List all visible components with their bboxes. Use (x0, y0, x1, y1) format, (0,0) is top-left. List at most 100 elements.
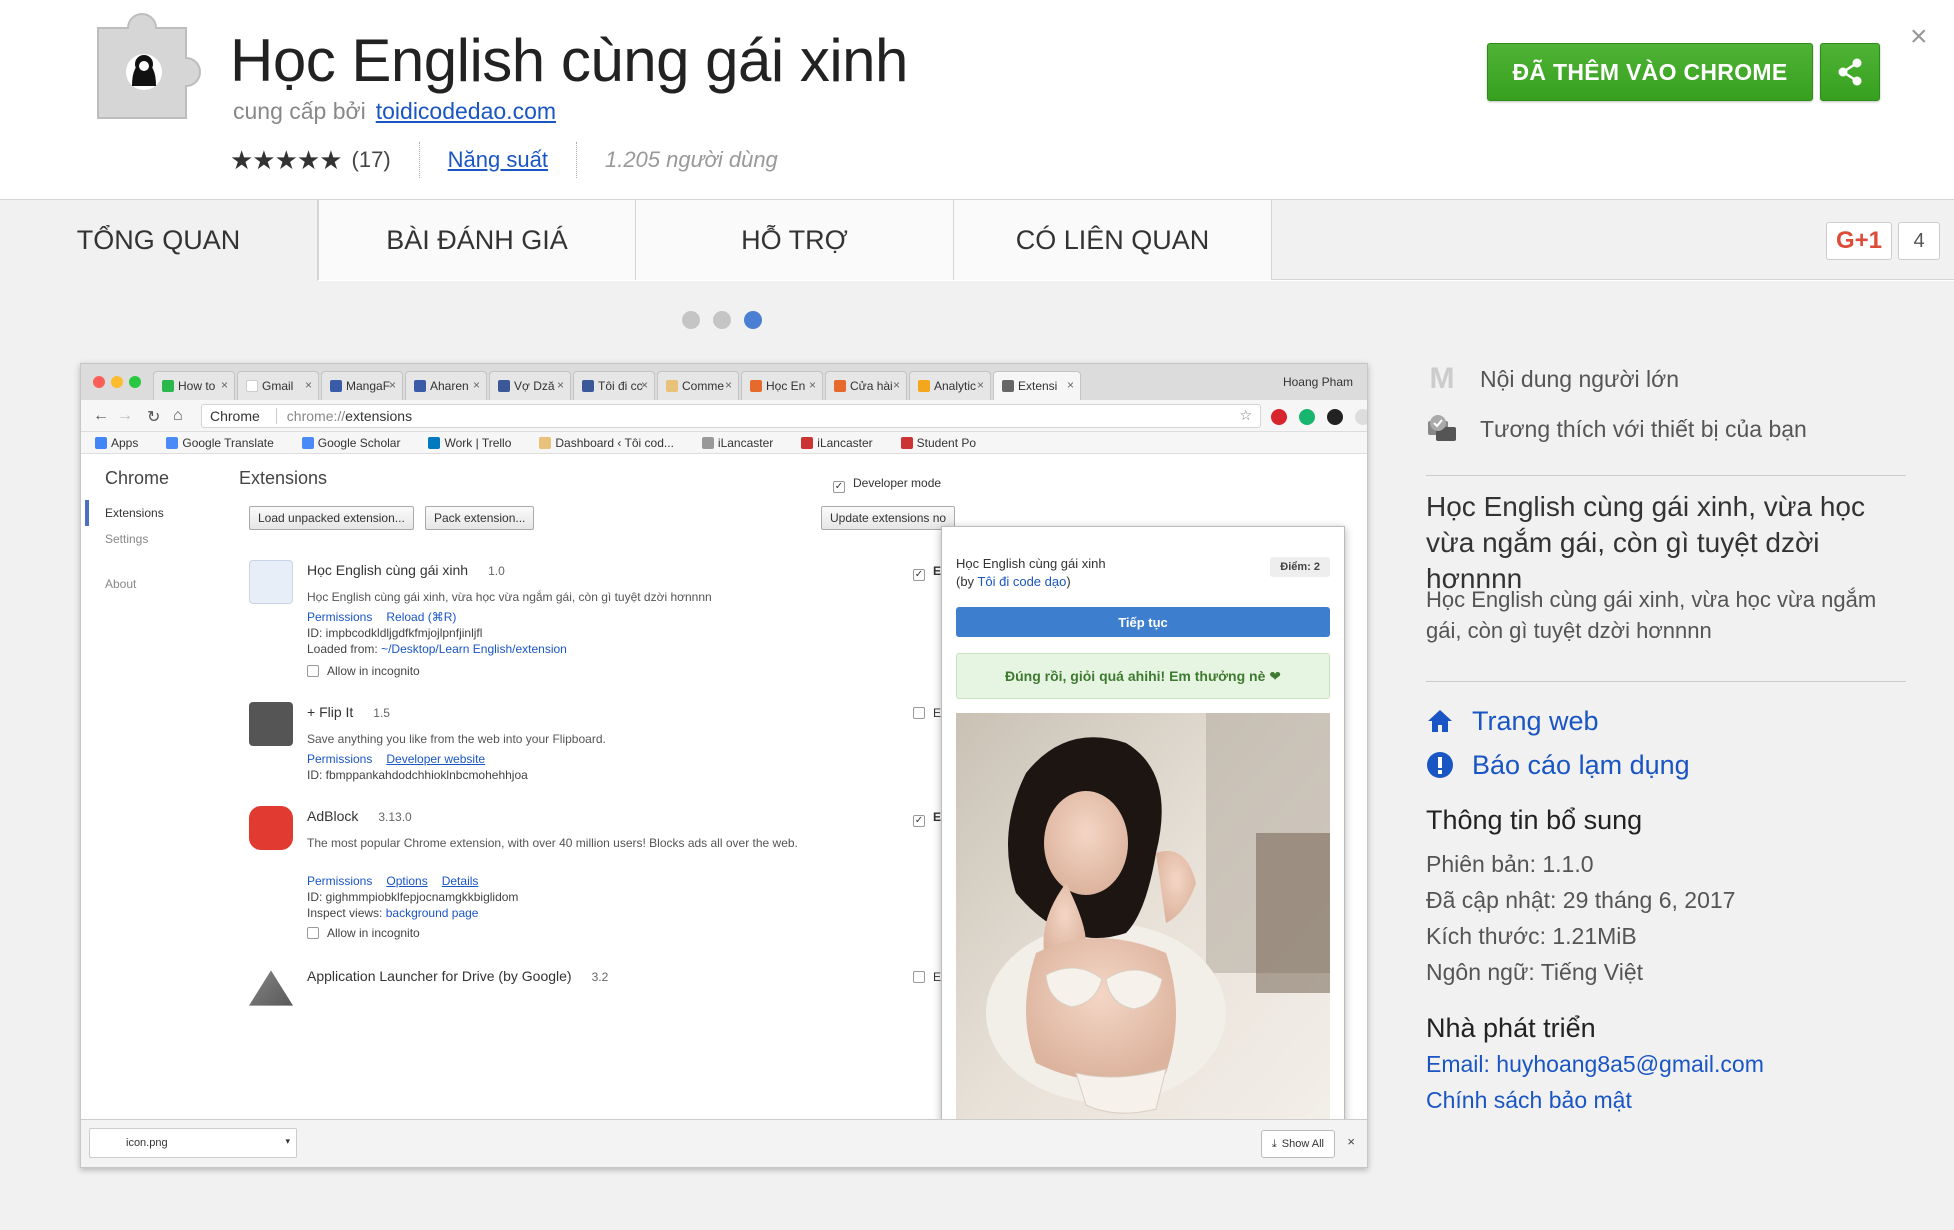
options-link[interactable]: Options (386, 874, 427, 888)
download-item[interactable]: icon.png ▾ (89, 1128, 297, 1158)
browser-tab[interactable]: Tôi đi cc × (573, 371, 655, 400)
browser-tab[interactable]: Cửa hài × (825, 371, 907, 400)
extension-name: Học English cùng gái xinh 1.0 (307, 562, 505, 578)
close-downloads-button[interactable]: × (1347, 1134, 1355, 1149)
extension-icon[interactable] (1355, 409, 1367, 425)
developer-website-link[interactable]: Developer website (386, 752, 485, 766)
bookmark-star-icon[interactable]: ☆ (1239, 407, 1252, 424)
pack-extension-button[interactable]: Pack extension... (425, 506, 535, 530)
mature-content-feature: M Nội dung người lớn (1426, 359, 1680, 399)
browser-tab[interactable]: How to × (153, 371, 235, 400)
grammarly-icon[interactable] (1299, 409, 1315, 425)
back-arrow-icon[interactable]: ← (93, 407, 109, 425)
score-badge: Điểm: 2 (1270, 557, 1330, 577)
bookmark-item[interactable]: Apps (95, 436, 152, 450)
privacy-policy-link[interactable]: Chính sách bảo mật (1426, 1087, 1632, 1114)
sidebar-item-settings[interactable]: Settings (105, 532, 148, 546)
report-abuse-link[interactable]: Báo cáo lạm dụng (1426, 747, 1690, 783)
incognito-option[interactable]: Allow in incognito (307, 664, 420, 678)
show-all-downloads-button[interactable]: ⤓ Show All (1260, 1130, 1335, 1158)
browser-tab[interactable]: Học En × (741, 371, 823, 400)
opera-icon[interactable] (1271, 409, 1287, 425)
permissions-link[interactable]: Permissions (307, 752, 372, 766)
chevron-down-icon[interactable]: ▾ (285, 1136, 290, 1147)
extension-name: + Flip It 1.5 (307, 704, 390, 720)
load-unpacked-button[interactable]: Load unpacked extension... (249, 506, 414, 530)
developer-mode-toggle[interactable]: ✓ Developer mode (833, 476, 941, 493)
popup-title: Học English cùng gái xinh (by Tôi đi cod… (956, 556, 1106, 589)
browser-tab[interactable]: Gmail × (237, 371, 319, 400)
carousel-dot-active[interactable] (744, 311, 762, 329)
bookmark-item[interactable]: Google Translate (166, 436, 287, 450)
divider (575, 142, 577, 178)
profile-name[interactable]: Hoang Pham (1283, 375, 1353, 389)
version-info: Phiên bản: 1.1.0 (1426, 851, 1594, 877)
tab-overview[interactable]: TỔNG QUAN (0, 200, 318, 281)
developer-email-link[interactable]: Email: huyhoang8a5@gmail.com (1426, 1051, 1764, 1078)
continue-button[interactable]: Tiếp tục (956, 607, 1330, 637)
rating-stars[interactable]: ★★★★★ (230, 145, 343, 176)
bookmark-item[interactable]: iLancaster (701, 436, 787, 450)
browser-tab[interactable]: MangaF × (321, 371, 403, 400)
rating-count[interactable]: (17) (352, 147, 391, 173)
extension-links: Permissions Developer website (307, 752, 499, 766)
details-link[interactable]: Details (442, 874, 479, 888)
permissions-link[interactable]: Permissions (307, 874, 372, 888)
close-dialog-button[interactable]: × (1910, 20, 1928, 54)
incognito-option[interactable]: Allow in incognito (307, 926, 420, 940)
reward-photo (956, 713, 1330, 1131)
bookmark-item[interactable]: Dashboard ‹ Tôi cod... (539, 436, 688, 450)
browser-tab[interactable]: Vợ Dză × (489, 371, 571, 400)
omnibox[interactable]: Chrome chrome://extensions ☆ (201, 404, 1261, 428)
google-plus-one-button[interactable]: G+1 (1826, 222, 1892, 260)
tab-related[interactable]: CÓ LIÊN QUAN (954, 200, 1272, 280)
flipboard-icon (249, 702, 293, 746)
inspect-views: Inspect views: background page (307, 906, 479, 920)
update-extensions-button[interactable]: Update extensions no (821, 506, 956, 530)
carousel-dot[interactable] (682, 311, 700, 329)
browser-tab-active[interactable]: Extensi × (993, 371, 1081, 400)
tab-support[interactable]: HỖ TRỢ (636, 200, 954, 280)
bookmark-item[interactable]: Work | Trello (428, 436, 525, 450)
device-check-icon (1426, 413, 1458, 445)
language-info: Ngôn ngữ: Tiếng Việt (1426, 959, 1644, 985)
reload-link[interactable]: Reload (⌘R) (386, 610, 456, 624)
loaded-from: Loaded from: ~/Desktop/Learn English/ext… (307, 642, 567, 656)
checkbox[interactable]: ✓ (833, 481, 845, 493)
category-link[interactable]: Năng suất (448, 147, 548, 173)
website-link[interactable]: Trang web (1426, 703, 1599, 739)
window-minimize-light (111, 376, 123, 388)
added-to-chrome-button[interactable]: ĐÃ THÊM VÀO CHROME (1487, 43, 1813, 101)
bookmark-item[interactable]: iLancaster (801, 436, 886, 450)
extension-summary: Học English cùng gái xinh, vừa học vừa n… (1426, 491, 1865, 594)
sidebar-item-about[interactable]: About (105, 577, 136, 591)
browser-tab[interactable]: Analytic × (909, 371, 991, 400)
browser-tab[interactable]: Aharen × (405, 371, 487, 400)
extension-icon[interactable] (1327, 409, 1343, 425)
omnibox-origin: Chrome (210, 408, 260, 424)
extension-id: ID: impbcodkldljgdfkfmjojlpnfjinljfl (307, 626, 483, 640)
window-close-light (93, 376, 105, 388)
permissions-link[interactable]: Permissions (307, 610, 372, 624)
reload-icon[interactable]: ↻ (147, 407, 160, 427)
provider-link[interactable]: toidicodedao.com (376, 98, 556, 124)
browser-tab[interactable]: Comme × (657, 371, 739, 400)
carousel-dots (682, 311, 762, 329)
author-link[interactable]: Tôi đi code dạo (977, 574, 1066, 589)
sidebar-item-extensions[interactable]: Extensions (85, 500, 205, 526)
share-button[interactable] (1820, 43, 1880, 101)
home-icon[interactable]: ⌂ (173, 407, 183, 425)
extensions-heading: Extensions (239, 468, 328, 488)
bookmark-item[interactable]: Google Scholar (301, 436, 415, 450)
tab-reviews[interactable]: BÀI ĐÁNH GIÁ (318, 200, 636, 280)
carousel-dot[interactable] (713, 311, 731, 329)
forward-arrow-icon[interactable]: → (117, 407, 133, 425)
bookmark-item[interactable]: Student Po (900, 436, 990, 450)
additional-info-title: Thông tin bổ sung (1426, 805, 1643, 835)
user-count: 1.205 người dùng (604, 147, 778, 172)
window-zoom-light (129, 376, 141, 388)
extension-description: Học English cùng gái xinh, vừa học vừa n… (1426, 587, 1877, 643)
size-info: Kích thước: 1.21MiB (1426, 923, 1637, 949)
extension-screenshot[interactable]: How to × Gmail × MangaF × Aharen × Vợ Dză × T… (80, 363, 1368, 1168)
provided-by: cung cấp bởi toidicodedao.com (233, 98, 556, 125)
